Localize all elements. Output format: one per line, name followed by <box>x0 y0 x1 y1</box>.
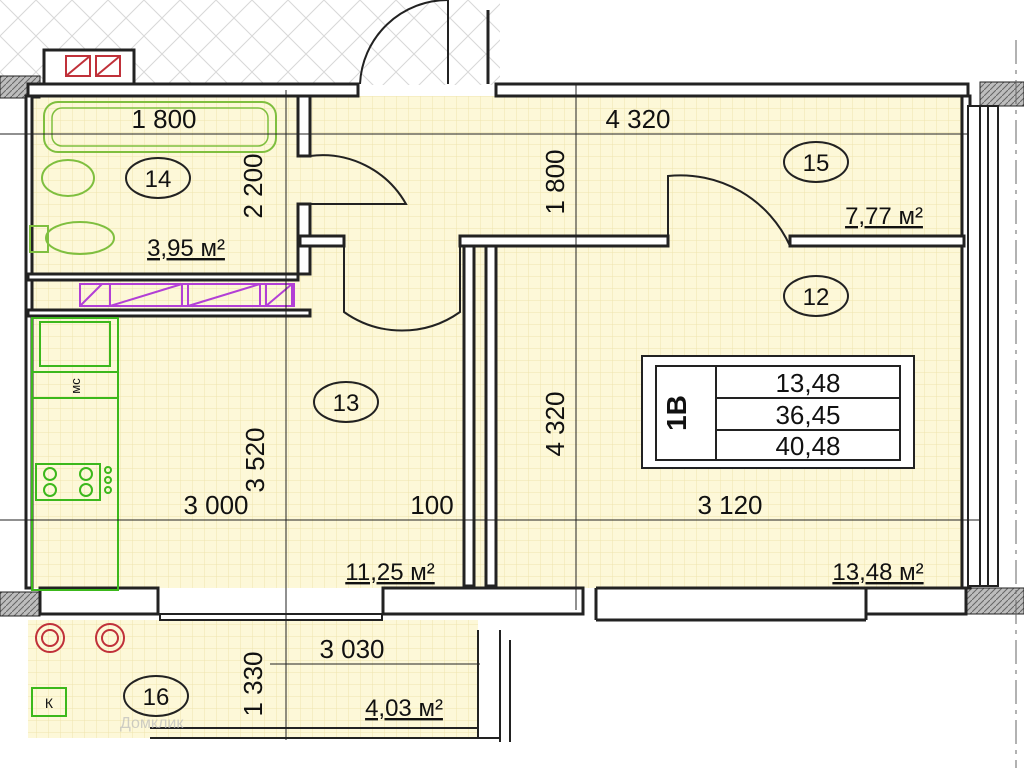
dimension-label: 1 330 <box>238 651 268 716</box>
watermark: Домклик <box>120 715 184 732</box>
room-area: 13,48 м² <box>832 559 923 586</box>
dishwasher-label: мс <box>68 378 83 394</box>
room-area: 4,03 м² <box>365 695 443 722</box>
room-area: 3,95 м² <box>147 235 225 262</box>
room-number: 13 <box>333 390 360 417</box>
dimension-label: 3 120 <box>697 490 762 520</box>
floor-plan: мс К 14 15 12 13 16 3,95 м² 7,77 м² 13,4… <box>0 0 1024 768</box>
k-fixture-label: К <box>45 695 54 711</box>
summary-living-area: 13,48 <box>775 368 840 398</box>
apartment-type: 1В <box>661 395 692 431</box>
room-area: 11,25 м² <box>345 559 434 586</box>
dimension-label: 1 800 <box>131 104 196 134</box>
dimension-label: 1 800 <box>540 149 570 214</box>
dimension-label: 100 <box>410 490 453 520</box>
dimension-label: 2 200 <box>238 153 268 218</box>
dimension-label: 3 520 <box>240 427 270 492</box>
room-number: 12 <box>803 284 830 311</box>
room-area: 7,77 м² <box>845 203 923 230</box>
wall-hatch <box>965 587 1024 615</box>
wall-hatch <box>0 591 41 617</box>
dimension-label: 4 320 <box>540 391 570 456</box>
dimension-label: 4 320 <box>605 104 670 134</box>
dimension-label: 3 000 <box>183 490 248 520</box>
wall-hatch <box>979 81 1024 107</box>
summary-total-area: 36,45 <box>775 400 840 430</box>
room-number: 16 <box>143 684 170 711</box>
summary-total-area-balcony: 40,48 <box>775 431 840 461</box>
room-number: 14 <box>145 166 172 193</box>
dimension-label: 3 030 <box>319 634 384 664</box>
window-right <box>967 105 999 587</box>
room-number: 15 <box>803 150 830 177</box>
